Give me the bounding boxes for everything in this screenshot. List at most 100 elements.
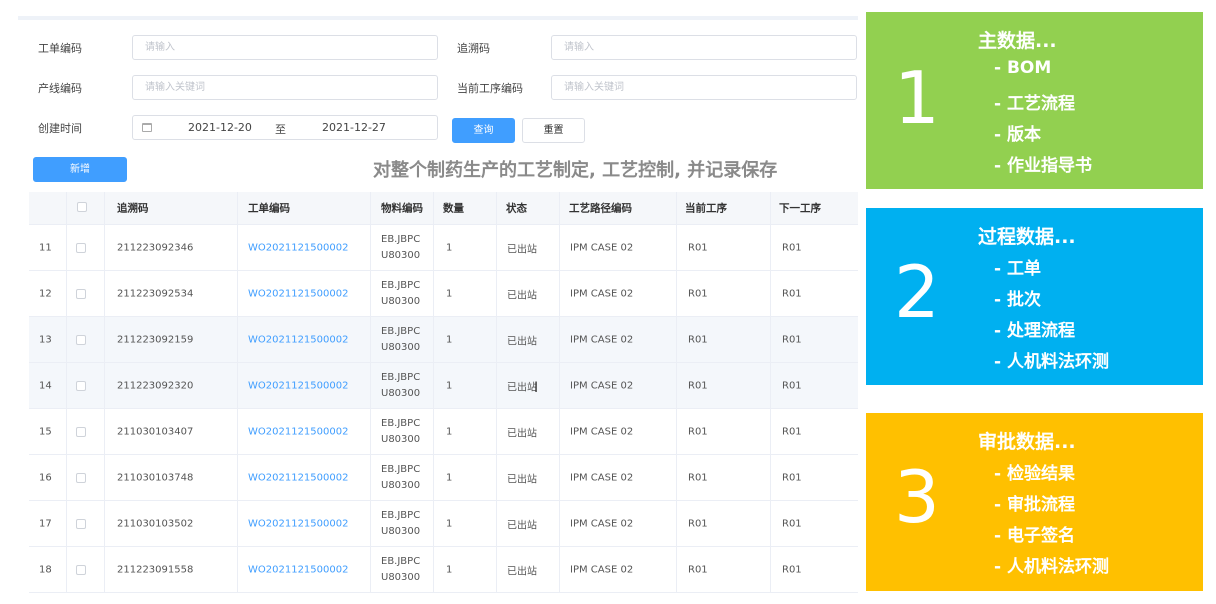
date-end: 2021-12-27 xyxy=(322,121,386,134)
cell-order-link[interactable]: WO2021121500002 xyxy=(248,334,348,345)
table-row[interactable]: 13 211223092159 WO2021121500002 EB.JBPC U803… xyxy=(29,317,858,363)
top-divider xyxy=(18,16,858,20)
col-trace[interactable]: 追溯码 xyxy=(117,201,149,216)
panel-number: 2 xyxy=(894,250,940,334)
cell-trace: 211223092534 xyxy=(117,288,194,299)
table-row[interactable]: 14 211223092320 WO2021121500002 EB.JBPC U803… xyxy=(29,363,858,409)
table-row[interactable]: 11 211223092346 WO2021121500002 EB.JBPC U803… xyxy=(29,225,858,271)
table-header: 追溯码 工单编码 物料编码 数量 状态 工艺路径编码 当前工序 下一工序 xyxy=(29,192,858,225)
trace-code-label: 追溯码 xyxy=(457,42,490,55)
cell-order-link[interactable]: WO2021121500002 xyxy=(248,426,348,437)
col-material[interactable]: 物料编码 xyxy=(381,201,423,216)
cell-current: R01 xyxy=(688,242,708,253)
material-code-line2: U80300 xyxy=(381,387,421,399)
line-code-input[interactable]: 请输入关键词 xyxy=(132,75,438,100)
material-code: EB.JBPC U80300 xyxy=(381,370,420,402)
cell-status: 已出站 xyxy=(507,520,537,531)
cell-trace: 211030103407 xyxy=(117,426,194,437)
material-code: EB.JBPC U80300 xyxy=(381,416,420,448)
cell-route: IPM CASE 02 xyxy=(570,380,634,391)
cell-current: R01 xyxy=(688,518,708,529)
query-button[interactable]: 查询 xyxy=(452,118,515,143)
cell-route: IPM CASE 02 xyxy=(570,426,634,437)
cell-next: R01 xyxy=(782,334,802,345)
material-code-line2: U80300 xyxy=(381,341,421,353)
row-checkbox[interactable] xyxy=(76,380,86,391)
cell-status: 已出站 xyxy=(507,244,537,255)
cell-qty: 1 xyxy=(446,242,453,253)
material-code: EB.JBPC U80300 xyxy=(381,278,420,310)
table-row[interactable]: 12 211223092534 WO2021121500002 EB.JBPC U803… xyxy=(29,271,858,317)
table-row[interactable]: 17 211030103502 WO2021121500002 EB.JBPC U803… xyxy=(29,501,858,547)
cell-trace: 211030103502 xyxy=(117,518,194,529)
cell-order-link[interactable]: WO2021121500002 xyxy=(248,472,348,483)
cell-status: 已出站 xyxy=(507,566,537,577)
mes-trace-page: 工单编码 请输入 追溯码 请输入 产线编码 请输入关键词 当前工序编码 请输入关… xyxy=(0,0,858,604)
cell-next: R01 xyxy=(782,518,802,529)
date-start: 2021-12-20 xyxy=(188,121,252,134)
text-cursor-icon: I xyxy=(534,380,539,396)
col-current[interactable]: 当前工序 xyxy=(685,201,727,216)
cell-order-link[interactable]: WO2021121500002 xyxy=(248,380,348,391)
col-order[interactable]: 工单编码 xyxy=(248,201,290,216)
material-code-line2: U80300 xyxy=(381,433,421,445)
created-time-label: 创建时间 xyxy=(38,122,82,135)
material-code: EB.JBPC U80300 xyxy=(381,508,420,540)
material-code-line2: U80300 xyxy=(381,295,421,307)
table-row[interactable]: 18 211223091558 WO2021121500002 EB.JBPC U803… xyxy=(29,547,858,593)
cell-qty: 1 xyxy=(446,472,453,483)
calendar-icon xyxy=(142,123,152,132)
row-checkbox[interactable] xyxy=(76,288,86,299)
cell-trace: 211223092159 xyxy=(117,334,194,345)
reset-button[interactable]: 重置 xyxy=(522,118,585,143)
cell-trace: 211223091558 xyxy=(117,564,194,575)
cell-current: R01 xyxy=(688,426,708,437)
panel-item: - 批次 xyxy=(994,290,1041,310)
cell-order-link[interactable]: WO2021121500002 xyxy=(248,242,348,253)
material-code-line1: EB.JBPC xyxy=(381,417,421,429)
cell-current: R01 xyxy=(688,472,708,483)
select-all-checkbox[interactable] xyxy=(77,202,87,212)
row-checkbox[interactable] xyxy=(76,472,86,483)
cell-order-link[interactable]: WO2021121500002 xyxy=(248,288,348,299)
cell-trace: 211030103748 xyxy=(117,472,194,483)
table-row[interactable]: 16 211030103748 WO2021121500002 EB.JBPC U803… xyxy=(29,455,858,501)
cell-trace: 211223092346 xyxy=(117,242,194,253)
panel-item: - 处理流程 xyxy=(994,321,1075,341)
material-code-line2: U80300 xyxy=(381,525,421,537)
panel-item: - 工单 xyxy=(994,259,1041,279)
trace-code-input[interactable]: 请输入 xyxy=(551,35,857,60)
cell-route: IPM CASE 02 xyxy=(570,288,634,299)
col-status[interactable]: 状态 xyxy=(506,201,527,216)
panel-title: 审批数据... xyxy=(978,431,1076,453)
cell-status: 已出站 xyxy=(507,474,537,485)
cell-route: IPM CASE 02 xyxy=(570,518,634,529)
add-button[interactable]: 新增 xyxy=(33,157,127,182)
cell-next: R01 xyxy=(782,564,802,575)
row-checkbox[interactable] xyxy=(76,426,86,437)
cell-status: 已出站 xyxy=(507,428,537,439)
material-code-line1: EB.JBPC xyxy=(381,463,421,475)
cell-next: R01 xyxy=(782,380,802,391)
cell-order-link[interactable]: WO2021121500002 xyxy=(248,564,348,575)
cell-next: R01 xyxy=(782,242,802,253)
row-index: 16 xyxy=(39,472,52,483)
material-code-line1: EB.JBPC xyxy=(381,509,421,521)
cell-next: R01 xyxy=(782,426,802,437)
row-checkbox[interactable] xyxy=(76,518,86,529)
process-code-input[interactable]: 请输入关键词 xyxy=(551,75,857,100)
cell-order-link[interactable]: WO2021121500002 xyxy=(248,518,348,529)
col-route[interactable]: 工艺路径编码 xyxy=(569,201,632,216)
date-range-picker[interactable]: 2021-12-20 至 2021-12-27 xyxy=(132,115,438,140)
col-next[interactable]: 下一工序 xyxy=(779,201,821,216)
row-checkbox[interactable] xyxy=(76,334,86,345)
row-checkbox[interactable] xyxy=(76,242,86,253)
line-code-label: 产线编码 xyxy=(38,82,82,95)
row-index: 11 xyxy=(39,242,52,253)
table-row[interactable]: 15 211030103407 WO2021121500002 EB.JBPC U803… xyxy=(29,409,858,455)
col-qty[interactable]: 数量 xyxy=(443,201,464,216)
row-checkbox[interactable] xyxy=(76,564,86,575)
order-code-input[interactable]: 请输入 xyxy=(132,35,438,60)
panel-item: - 工艺流程 xyxy=(994,94,1075,114)
cell-status: 已出站 xyxy=(507,382,537,393)
